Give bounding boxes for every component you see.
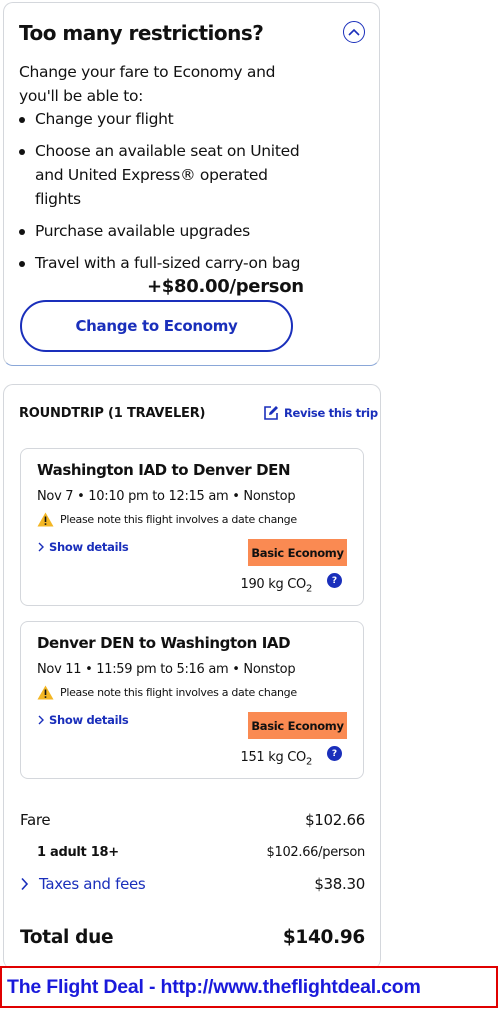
fare-row: Fare $102.66: [20, 811, 365, 829]
co2-value: 190 kg CO: [240, 577, 306, 592]
fare-class-badge: Basic Economy: [248, 712, 347, 739]
upsell-intro: Change your fare to Economy and you'll b…: [19, 63, 276, 105]
footer-text: The Flight Deal - http://www.theflightde…: [7, 975, 421, 998]
benefit-item: Travel with a full-sized carry-on bag: [19, 251, 309, 275]
edit-icon: [264, 406, 278, 420]
total-value: $140.96: [282, 927, 365, 948]
help-icon[interactable]: ?: [327, 746, 342, 761]
warning-icon: [37, 685, 54, 700]
trip-summary-card: ROUNDTRIP (1 TRAVELER) Revise this trip …: [3, 384, 381, 969]
taxes-value: $38.30: [314, 875, 365, 893]
chevron-up-icon: [348, 28, 360, 36]
change-to-economy-button[interactable]: Change to Economy: [20, 300, 293, 352]
flight-segment: Washington IAD to Denver DEN Nov 7 • 10:…: [20, 448, 364, 606]
trip-heading: ROUNDTRIP (1 TRAVELER): [19, 406, 206, 421]
total-label: Total due: [20, 927, 114, 948]
co2-subscript: 2: [305, 583, 312, 595]
segment-times: Nov 11 • 11:59 pm to 5:16 am • Nonstop: [37, 662, 296, 677]
co2-subscript: 2: [305, 756, 312, 768]
upgrade-price: +$80.00/person: [147, 276, 304, 297]
show-details-label: Show details: [49, 540, 129, 554]
revise-trip-label: Revise this trip: [284, 406, 378, 420]
total-row: Total due $140.96: [20, 927, 365, 948]
warning-text: Please note this flight involves a date …: [60, 513, 297, 526]
taxes-row: Taxes and fees $38.30: [20, 875, 365, 893]
fare-class-badge: Basic Economy: [248, 539, 347, 566]
co2-emissions: 190 kg CO2: [240, 577, 312, 595]
show-details-link[interactable]: Show details: [37, 713, 129, 727]
date-change-warning: Please note this flight involves a date …: [37, 512, 297, 527]
co2-emissions: 151 kg CO2: [240, 750, 312, 768]
chevron-right-icon: [38, 542, 44, 552]
adult-row: 1 adult 18+ $102.66/person: [20, 845, 365, 860]
chevron-right-icon: [21, 877, 29, 891]
date-change-warning: Please note this flight involves a date …: [37, 685, 297, 700]
revise-trip-link[interactable]: Revise this trip: [263, 405, 378, 421]
upsell-title: Too many restrictions?: [19, 21, 264, 45]
fare-label: Fare: [20, 811, 51, 829]
chevron-right-icon: [38, 715, 44, 725]
collapse-button[interactable]: [343, 21, 365, 43]
footer-banner: The Flight Deal - http://www.theflightde…: [0, 966, 498, 1008]
segment-route: Denver DEN to Washington IAD: [37, 634, 291, 652]
warning-text: Please note this flight involves a date …: [60, 686, 297, 699]
show-details-label: Show details: [49, 713, 129, 727]
benefit-item: Change your flight: [19, 107, 309, 131]
show-details-link[interactable]: Show details: [37, 540, 129, 554]
adult-label: 1 adult 18+: [37, 845, 119, 860]
fare-value: $102.66: [305, 811, 365, 829]
co2-value: 151 kg CO: [240, 750, 306, 765]
segment-route: Washington IAD to Denver DEN: [37, 461, 291, 479]
upsell-card: Too many restrictions? Change your fare …: [3, 2, 380, 366]
warning-icon: [37, 512, 54, 527]
help-icon[interactable]: ?: [327, 573, 342, 588]
taxes-label: Taxes and fees: [39, 875, 146, 893]
taxes-toggle[interactable]: Taxes and fees: [20, 875, 146, 893]
segment-times: Nov 7 • 10:10 pm to 12:15 am • Nonstop: [37, 489, 296, 504]
flight-segment: Denver DEN to Washington IAD Nov 11 • 11…: [20, 621, 364, 779]
benefits-list: Change your flight Choose an available s…: [19, 107, 309, 283]
adult-value: $102.66/person: [266, 845, 366, 860]
benefit-item: Choose an available seat on United and U…: [19, 139, 309, 211]
benefit-item: Purchase available upgrades: [19, 219, 309, 243]
